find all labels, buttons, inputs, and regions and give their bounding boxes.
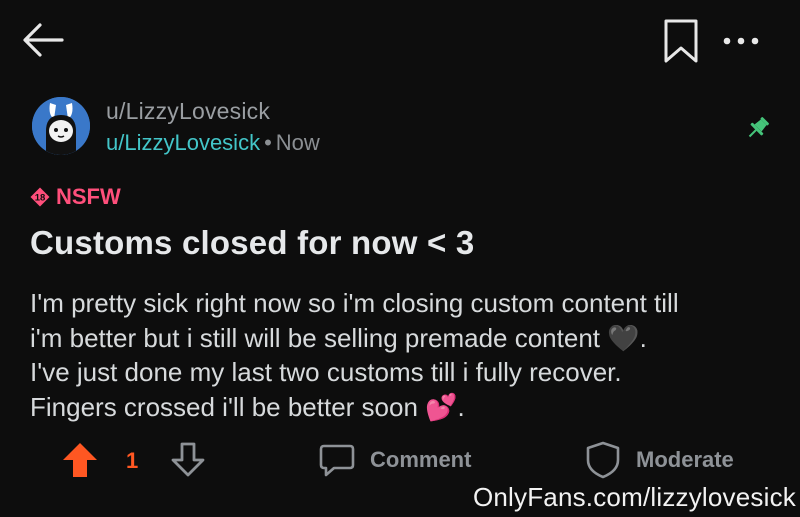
nsfw-18-icon: 18 [30,187,50,207]
post-body-line: i'm better but i still will be selling p… [30,322,647,353]
downvote-button[interactable] [168,440,208,480]
bookmark-button[interactable] [658,16,704,66]
arrow-left-icon [23,23,64,57]
avatar[interactable] [32,97,90,155]
comment-bubble-icon [319,444,355,477]
moderate-label: Moderate [636,447,734,472]
top-bar [0,0,800,80]
pin-button[interactable] [744,114,772,142]
comment-label: Comment [370,447,472,472]
action-bar: 1 Comment Moderate [0,440,800,482]
moderate-button[interactable]: Moderate [584,440,734,480]
author-link[interactable]: u/LizzyLovesick [106,130,260,155]
more-horizontal-icon [723,37,759,45]
separator-dot: • [264,130,272,155]
pin-icon [748,117,769,138]
back-button[interactable] [18,14,70,66]
avatar-image-icon [32,97,90,155]
post-body-line: I've just done my last two customs till … [30,357,622,387]
post-body: I'm pretty sick right now so i'm closing… [30,286,790,424]
author-row: u/LizzyLovesick • Now [106,130,320,156]
shield-icon [586,441,620,479]
post-body-line: I'm pretty sick right now so i'm closing… [30,288,679,318]
watermark-text: OnlyFans.com/lizzylovesick [472,482,796,512]
nsfw-tag: 18 NSFW [30,184,121,210]
upvote-button[interactable] [60,440,100,480]
downvote-arrow-icon [171,442,205,477]
post-title: Customs closed for now < 3 [30,224,475,261]
bookmark-icon [664,19,698,63]
nsfw-badge-number: 18 [35,193,46,204]
nsfw-label: NSFW [56,184,121,209]
post-body-line: Fingers crossed i'll be better soon 💕. [30,391,465,422]
post-time: Now [275,130,320,155]
subreddit-name[interactable]: u/LizzyLovesick [106,98,270,125]
more-options-button[interactable] [718,28,764,54]
comment-button[interactable]: Comment [318,440,471,480]
vote-count: 1 [126,448,139,473]
upvote-arrow-icon [63,443,97,477]
